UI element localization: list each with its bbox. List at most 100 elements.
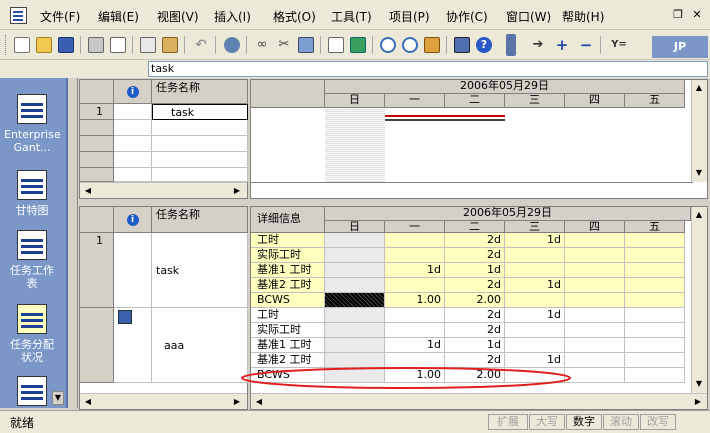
help-icon[interactable]: ?: [476, 37, 492, 53]
usage-value-cell[interactable]: 1d: [505, 278, 565, 293]
show-subtasks-icon[interactable]: +: [554, 37, 570, 53]
scroll-right-icon[interactable]: ▶: [691, 395, 705, 409]
view-task-usage[interactable]: 任务分配状况: [0, 304, 64, 364]
view-enterprise-gantt[interactable]: Enterprise Gant...: [0, 94, 64, 154]
usage-grid-hscroll[interactable]: ◀ ▶: [251, 393, 707, 409]
task-name-header[interactable]: 任务名称: [152, 80, 248, 104]
copy-picture-icon[interactable]: [454, 37, 470, 53]
indicator-cell[interactable]: [114, 233, 152, 308]
usage-value-cell[interactable]: [505, 323, 565, 338]
detail-label[interactable]: 工时: [251, 233, 325, 248]
scroll-up-icon[interactable]: ▲: [692, 81, 706, 95]
gantt-vscroll[interactable]: ▲ ▼: [691, 80, 707, 182]
baseline-bar[interactable]: [385, 119, 505, 121]
usage-value-cell[interactable]: [565, 263, 625, 278]
task-name-cell[interactable]: [152, 120, 248, 136]
usage-value-cell[interactable]: [385, 308, 445, 323]
scroll-right-icon[interactable]: ▶: [230, 395, 244, 409]
usage-value-cell[interactable]: 2d: [445, 308, 505, 323]
usage-value-cell[interactable]: 1d: [445, 338, 505, 353]
restore-icon[interactable]: ❐: [671, 8, 685, 22]
menu-edit[interactable]: 编辑(E): [98, 10, 139, 24]
view-task-sheet[interactable]: 任务工作表: [0, 230, 64, 290]
usage-vscroll[interactable]: ▲ ▼: [691, 207, 707, 393]
scroll-down-icon[interactable]: ▼: [692, 377, 706, 391]
menu-file[interactable]: 文件(F): [40, 10, 80, 24]
task-name-cell[interactable]: [152, 168, 248, 182]
usage-value-cell[interactable]: 1.00: [385, 293, 445, 308]
usage-value-cell[interactable]: [325, 308, 385, 323]
usage-value-cell[interactable]: [385, 248, 445, 263]
usage-value-cell[interactable]: 2d: [445, 323, 505, 338]
viewbar-scroll-down-icon[interactable]: ▼: [52, 391, 64, 405]
usage-value-cell[interactable]: 2d: [445, 278, 505, 293]
usage-value-cell[interactable]: [625, 233, 685, 248]
usage-value-cell[interactable]: [625, 338, 685, 353]
usage-value-cell[interactable]: 1d: [385, 263, 445, 278]
menu-view[interactable]: 视图(V): [157, 10, 199, 24]
row-id[interactable]: [80, 168, 114, 182]
usage-value-cell[interactable]: [565, 278, 625, 293]
print-icon[interactable]: [88, 37, 104, 53]
usage-value-cell[interactable]: [625, 308, 685, 323]
indicator-cell[interactable]: [114, 168, 152, 182]
usage-value-cell[interactable]: [625, 293, 685, 308]
usage-value-cell[interactable]: [625, 353, 685, 368]
menu-insert[interactable]: 插入(I): [214, 10, 251, 24]
menu-format[interactable]: 格式(O): [273, 10, 316, 24]
menu-window[interactable]: 窗口(W): [506, 10, 551, 24]
row-id[interactable]: [80, 308, 114, 383]
usage-value-cell[interactable]: [325, 248, 385, 263]
indicator-cell[interactable]: [114, 152, 152, 168]
view-gantt[interactable]: 甘特图: [0, 170, 64, 217]
detail-label[interactable]: 实际工时: [251, 248, 325, 263]
gantt-hscroll[interactable]: [251, 182, 693, 198]
usage-value-cell[interactable]: 1d: [505, 308, 565, 323]
detail-label[interactable]: 基准1 工时: [251, 338, 325, 353]
paste-icon[interactable]: [162, 37, 178, 53]
usage-table-hscroll[interactable]: ◀ ▶: [80, 393, 247, 409]
usage-value-cell[interactable]: [565, 353, 625, 368]
detail-label[interactable]: 工时: [251, 308, 325, 323]
scroll-left-icon[interactable]: ◀: [81, 395, 95, 409]
task-name-header[interactable]: 任务名称: [152, 207, 248, 233]
indicator-cell[interactable]: [114, 104, 152, 120]
new-icon[interactable]: [14, 37, 30, 53]
details-header[interactable]: 详细信息: [251, 207, 325, 233]
usage-value-cell[interactable]: 1d: [505, 233, 565, 248]
usage-value-cell[interactable]: 2d: [445, 248, 505, 263]
link-tasks-icon[interactable]: ∞: [254, 37, 270, 53]
app-icon[interactable]: [10, 7, 27, 24]
menu-tools[interactable]: 工具(T): [331, 10, 372, 24]
zoom-out-icon[interactable]: [402, 37, 418, 53]
scroll-down-icon[interactable]: ▼: [692, 166, 706, 180]
scroll-left-icon[interactable]: ◀: [81, 184, 95, 198]
usage-value-cell[interactable]: [325, 338, 385, 353]
usage-value-cell[interactable]: [565, 233, 625, 248]
usage-value-cell[interactable]: [325, 233, 385, 248]
usage-value-cell[interactable]: [325, 323, 385, 338]
usage-value-cell[interactable]: [385, 278, 445, 293]
usage-value-cell[interactable]: [325, 278, 385, 293]
usage-value-cell[interactable]: 2d: [445, 233, 505, 248]
task-information-icon[interactable]: [328, 37, 344, 53]
usage-value-cell[interactable]: [565, 293, 625, 308]
usage-value-cell[interactable]: [325, 293, 385, 308]
usage-value-cell[interactable]: [505, 263, 565, 278]
row-id[interactable]: [80, 120, 114, 136]
indicator-cell[interactable]: [114, 120, 152, 136]
indicators-header[interactable]: i: [114, 80, 152, 104]
usage-value-cell[interactable]: [625, 323, 685, 338]
filter-icon[interactable]: Y=: [608, 37, 630, 53]
split-bar[interactable]: [79, 200, 708, 205]
usage-value-cell[interactable]: [565, 323, 625, 338]
task-notes-icon[interactable]: [350, 37, 366, 53]
toolbar-grip[interactable]: [5, 35, 8, 55]
detail-label[interactable]: 基准1 工时: [251, 263, 325, 278]
task-name-cell[interactable]: aaa: [152, 308, 248, 383]
scroll-to-task-icon[interactable]: [424, 37, 440, 53]
usage-value-cell[interactable]: [565, 338, 625, 353]
row-id[interactable]: 1: [80, 104, 114, 120]
undo-icon[interactable]: ↶: [193, 37, 209, 53]
indicators-header[interactable]: i: [114, 207, 152, 233]
